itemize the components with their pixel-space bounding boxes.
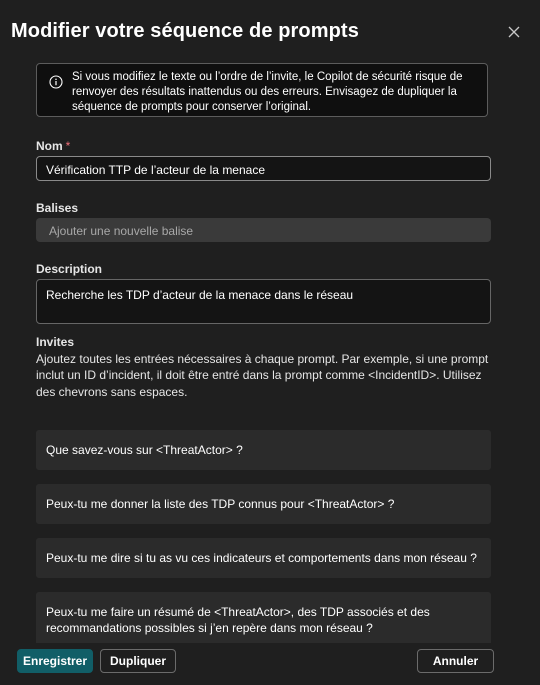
close-button[interactable] [506,24,522,40]
name-label: Nom * [36,139,71,153]
description-field[interactable]: Recherche les TDP d’acteur de la menace … [36,279,491,324]
dialog-body[interactable]: Si vous modifiez le texte ou l’ordre de … [0,55,540,643]
close-icon [508,26,520,38]
tags-input[interactable]: Ajouter une nouvelle balise [36,218,491,242]
duplicate-button[interactable]: Dupliquer [100,649,176,673]
prompts-label: Invites [36,335,75,349]
prompt-item-4[interactable]: Peux-tu me faire un résumé de <ThreatAct… [36,592,491,643]
required-indicator: * [65,139,71,153]
info-banner: Si vous modifiez le texte ou l’ordre de … [36,63,488,117]
save-button[interactable]: Enregistrer [17,649,93,673]
prompt-item-1[interactable]: Que savez-vous sur <ThreatActor> ? [36,430,491,470]
prompt-item-2[interactable]: Peux-tu me donner la liste des TDP connu… [36,484,491,524]
edit-prompt-sequence-dialog: Modifier votre séquence de prompts Si vo… [0,0,540,685]
name-field[interactable]: Vérification TTP de l’acteur de la menac… [36,156,491,181]
info-icon [49,75,63,89]
tags-label: Balises [36,201,79,215]
info-message: Si vous modifiez le texte ou l’ordre de … [72,71,463,113]
prompts-help-text: Ajoutez toutes les entrées nécessaires à… [36,351,489,399]
cancel-button[interactable]: Annuler [417,649,494,673]
dialog-title: Modifier votre séquence de prompts [11,20,359,42]
prompt-item-3[interactable]: Peux-tu me dire si tu as vu ces indicate… [36,538,491,578]
prompts-section-header: Invites Ajoutez toutes les entrées néces… [36,334,498,400]
dialog-footer: Enregistrer Dupliquer Annuler [0,643,540,685]
description-label: Description [36,262,103,276]
